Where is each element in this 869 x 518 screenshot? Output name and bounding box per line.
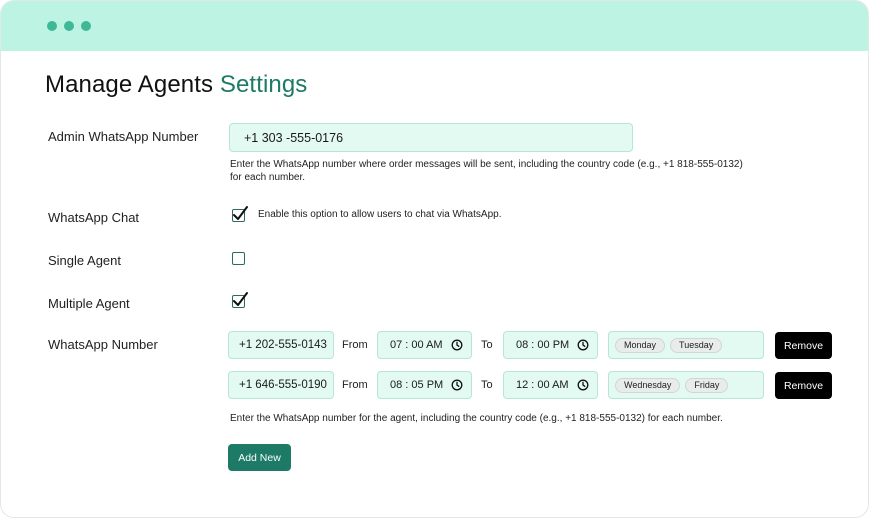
clock-icon (451, 339, 463, 351)
agent-numbers-help: Enter the WhatsApp number for the agent,… (230, 413, 723, 424)
clock-icon (577, 379, 589, 391)
single-agent-checkbox[interactable] (232, 252, 245, 265)
whatsapp-chat-checkbox[interactable] (232, 206, 248, 222)
from-time-value: 07 : 00 AM (390, 339, 443, 351)
day-chip[interactable]: Friday (685, 377, 729, 393)
page-title-accent: Settings (219, 71, 308, 98)
whatsapp-chat-description: Enable this option to allow users to cha… (258, 209, 502, 220)
clock-icon (577, 339, 589, 351)
window-titlebar (1, 1, 868, 51)
admin-help-line1: Enter the WhatsApp number where order me… (230, 159, 743, 170)
page-title-main: Manage Agents (45, 71, 214, 98)
multiple-agent-checkbox[interactable] (232, 292, 248, 308)
days-select[interactable]: Monday Tuesday (608, 331, 764, 359)
whatsapp-chat-label: WhatsApp Chat (48, 210, 140, 225)
from-label: From (342, 339, 368, 351)
agent-numbers-label: WhatsApp Number (48, 337, 158, 352)
from-time-value: 08 : 05 PM (390, 379, 444, 391)
to-time-input[interactable]: 12 : 00 AM (503, 371, 598, 399)
from-label: From (342, 379, 368, 391)
to-label: To (481, 339, 493, 351)
clock-icon (451, 379, 463, 391)
admin-number-input[interactable]: +1 303 -555-0176 (229, 123, 633, 152)
admin-help-line2: for each number. (230, 172, 306, 183)
add-new-button[interactable]: Add New (228, 444, 291, 471)
remove-button[interactable]: Remove (775, 332, 832, 359)
single-agent-label: Single Agent (48, 253, 122, 268)
day-chip[interactable]: Monday (615, 337, 666, 353)
multiple-agent-label: Multiple Agent (48, 296, 130, 311)
agent-phone-input[interactable]: +1 646-555-0190 (228, 371, 334, 399)
to-time-value: 12 : 00 AM (516, 379, 569, 391)
from-time-input[interactable]: 07 : 00 AM (377, 331, 472, 359)
to-time-value: 08 : 00 PM (516, 339, 570, 351)
window-dot-icon[interactable] (64, 21, 74, 31)
day-chip[interactable]: Tuesday (670, 337, 723, 353)
check-icon (233, 292, 248, 306)
day-chip[interactable]: Wednesday (615, 377, 681, 393)
window-dot-icon[interactable] (81, 21, 91, 31)
admin-number-label: Admin WhatsApp Number (48, 129, 199, 144)
window-dot-icon[interactable] (47, 21, 57, 31)
to-label: To (481, 379, 493, 391)
from-time-input[interactable]: 08 : 05 PM (377, 371, 472, 399)
remove-button[interactable]: Remove (775, 372, 832, 399)
page-title: Manage Agents Settings (45, 71, 307, 99)
to-time-input[interactable]: 08 : 00 PM (503, 331, 598, 359)
app-window: Manage Agents Settings Admin WhatsApp Nu… (0, 0, 869, 518)
check-icon (233, 206, 248, 220)
admin-number-help: Enter the WhatsApp number where order me… (230, 158, 743, 184)
days-select[interactable]: Wednesday Friday (608, 371, 764, 399)
agent-phone-input[interactable]: +1 202-555-0143 (228, 331, 334, 359)
